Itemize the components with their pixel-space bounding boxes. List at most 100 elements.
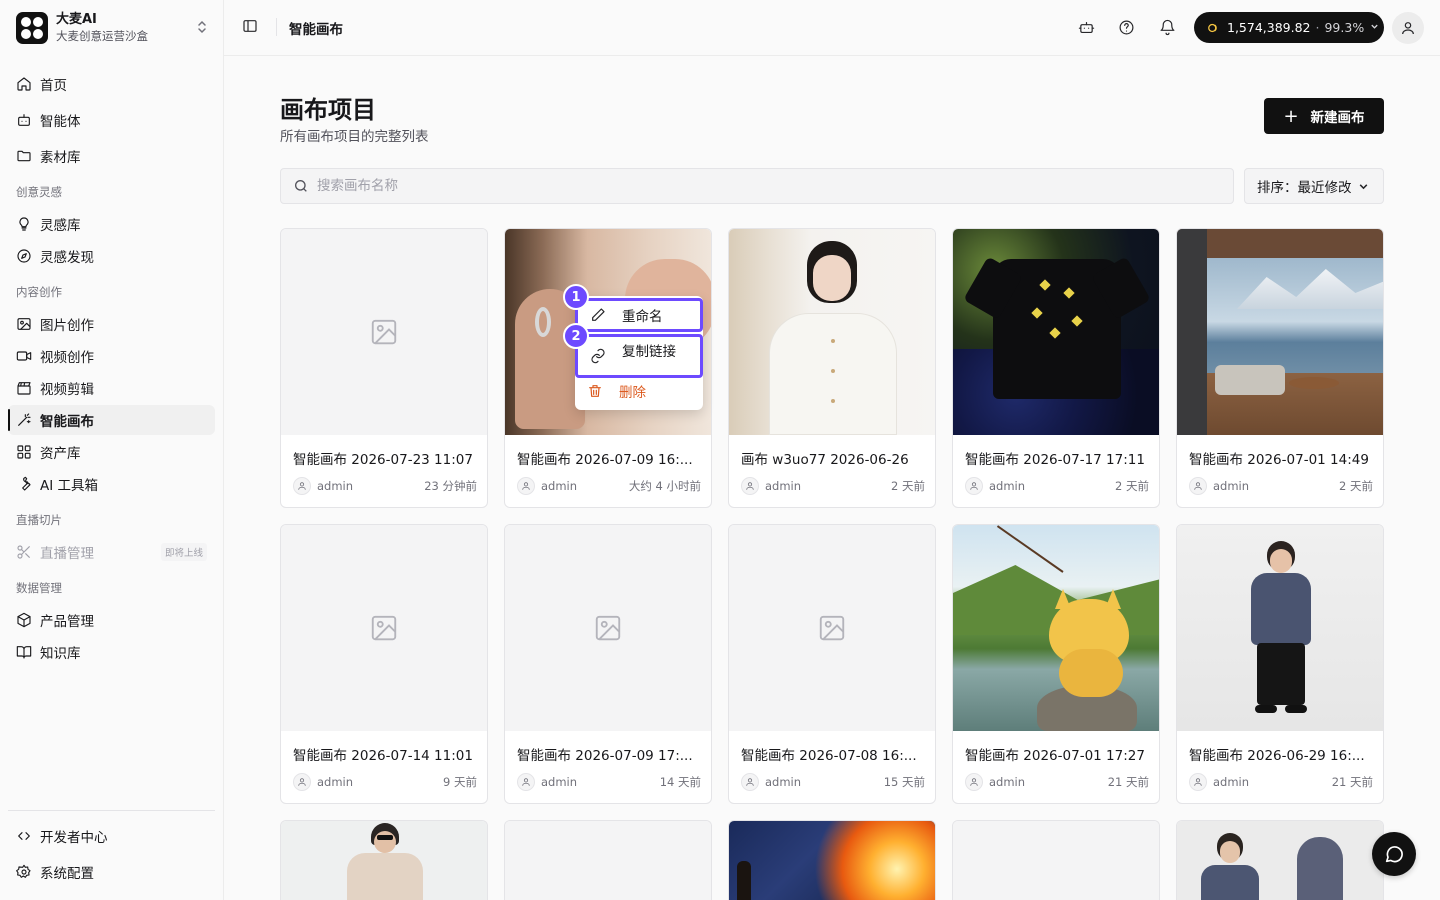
sort-select[interactable]: 排序：最近修改 <box>1244 168 1384 204</box>
bell-icon <box>1160 19 1174 35</box>
code-icon <box>16 828 32 844</box>
chevron-up-down-icon <box>196 20 208 37</box>
sidebar-item-agents[interactable]: 智能体 <box>8 105 215 135</box>
credits-separator: · <box>1315 20 1320 35</box>
user-icon <box>741 477 759 495</box>
step-marker-2: 2 <box>563 323 589 349</box>
canvas-card[interactable] <box>728 820 936 900</box>
scissors-icon <box>16 544 32 560</box>
sidebar-item-video-editing[interactable]: 视频剪辑 <box>8 373 215 403</box>
folder-icon <box>16 148 32 164</box>
home-icon <box>16 76 32 92</box>
image-placeholder-icon <box>819 615 845 641</box>
card-time: 2 天前 <box>1115 479 1149 493</box>
card-time: 23 分钟前 <box>424 479 477 493</box>
sidebar-item-ai-toolbox[interactable]: AI 工具箱 <box>8 469 215 499</box>
notifications-button[interactable] <box>1157 17 1177 37</box>
search-input[interactable] <box>317 178 1197 194</box>
card-title: 智能画布 2026-06-29 16:... <box>1189 748 1365 764</box>
settings-icon <box>16 864 32 880</box>
thumbnail-placeholder <box>281 525 487 731</box>
card-title: 智能画布 2026-07-14 11:01 <box>293 748 473 764</box>
menu-item-delete[interactable]: 删除 <box>575 374 703 408</box>
chevron-down-icon <box>1370 22 1379 34</box>
assistant-button[interactable] <box>1076 17 1096 37</box>
user-icon <box>517 773 535 791</box>
sidebar-item-video-creation[interactable]: 视频创作 <box>8 341 215 371</box>
canvas-card[interactable]: 智能画布 2026-07-08 16:... admin 15 天前 <box>728 524 936 804</box>
workspace-switcher[interactable]: 大麦AI 大麦创意运营沙盒 <box>8 6 216 50</box>
canvas-card[interactable]: 智能画布 2026-07-14 11:01 admin 9 天前 <box>280 524 488 804</box>
card-author: admin <box>317 479 354 493</box>
new-canvas-label: 新建画布 <box>1310 110 1365 126</box>
clapperboard-icon <box>16 380 32 396</box>
thumbnail-placeholder <box>505 821 711 900</box>
image-placeholder-icon <box>371 319 397 345</box>
sidebar-item-image-creation[interactable]: 图片创作 <box>8 309 215 339</box>
video-icon <box>16 348 32 364</box>
lightbulb-icon <box>16 216 32 232</box>
sidebar-item-knowledge-base[interactable]: 知识库 <box>8 637 215 667</box>
user-icon <box>1402 22 1414 35</box>
section-label-content: 内容创作 <box>16 285 62 299</box>
sidebar-toggle-button[interactable] <box>240 16 260 36</box>
card-time: 2 天前 <box>1339 479 1373 493</box>
sort-label: 排序：最近修改 <box>1257 180 1352 196</box>
card-title: 智能画布 2026-07-23 11:07 <box>293 452 473 468</box>
sidebar-item-assets[interactable]: 资产库 <box>8 437 215 467</box>
help-button[interactable] <box>1116 17 1136 37</box>
canvas-card[interactable]: 画布 w3uo77 2026-06-26 admin 2 天前 <box>728 228 936 508</box>
sidebar-item-label: 灵感库 <box>40 218 81 234</box>
page-title: 画布项目 <box>280 96 376 124</box>
sidebar-item-home[interactable]: 首页 <box>8 69 215 99</box>
wrench-icon <box>16 476 32 492</box>
menu-item-rename[interactable]: 重命名 <box>575 298 703 332</box>
image-icon <box>16 316 32 332</box>
card-meta: admin 2 天前 <box>965 477 1149 495</box>
credits-balance-button[interactable]: 1,574,389.82 · 99.3% <box>1194 12 1384 43</box>
section-label-inspiration: 创意灵感 <box>16 185 62 199</box>
card-meta: admin 9 天前 <box>293 773 477 791</box>
sidebar-item-products[interactable]: 产品管理 <box>8 605 215 635</box>
canvas-card[interactable]: 智能画布 2026-07-01 14:49 admin 2 天前 <box>1176 228 1384 508</box>
sidebar-item-inspiration-discover[interactable]: 灵感发现 <box>8 241 215 271</box>
sidebar-item-materials[interactable]: 素材库 <box>8 141 215 171</box>
new-canvas-button[interactable]: + 新建画布 <box>1264 98 1384 134</box>
card-meta: admin 2 天前 <box>741 477 925 495</box>
canvas-card[interactable]: 智能画布 2026-07-01 17:27 admin 21 天前 <box>952 524 1160 804</box>
canvas-card[interactable] <box>280 820 488 900</box>
card-context-menu: 重命名 复制链接 删除 <box>575 296 703 410</box>
card-time: 15 天前 <box>883 775 925 789</box>
card-author: admin <box>541 775 578 789</box>
canvas-card[interactable] <box>504 820 712 900</box>
canvas-card[interactable]: 智能画布 2026-07-17 17:11 admin 2 天前 <box>952 228 1160 508</box>
sidebar-item-system-settings[interactable]: 系统配置 <box>8 857 215 887</box>
sidebar-item-label: 素材库 <box>40 150 81 166</box>
link-icon <box>591 348 605 364</box>
thumbnail-woman-cardigan <box>729 229 935 435</box>
chat-support-button[interactable] <box>1372 832 1416 876</box>
canvas-card[interactable]: 智能画布 2026-07-09 17:... admin 14 天前 <box>504 524 712 804</box>
chevron-down-icon <box>1359 183 1367 189</box>
card-time: 21 天前 <box>1107 775 1149 789</box>
sidebar-item-smart-canvas[interactable]: 智能画布 <box>8 405 215 435</box>
sidebar-item-live-management: 直播管理 即将上线 <box>8 537 215 567</box>
canvas-card[interactable] <box>1176 820 1384 900</box>
user-avatar-button[interactable] <box>1392 12 1424 44</box>
sidebar-item-inspiration-library[interactable]: 灵感库 <box>8 209 215 239</box>
sidebar-item-label: 资产库 <box>40 446 81 462</box>
thumbnail-fishing-cat <box>953 525 1159 731</box>
user-icon <box>1189 773 1207 791</box>
user-icon <box>517 477 535 495</box>
compass-icon <box>16 248 32 264</box>
sidebar-item-label: 开发者中心 <box>40 830 108 846</box>
plus-icon: + <box>1283 105 1299 127</box>
thumbnail-fire-scene <box>729 821 935 900</box>
pencil-icon <box>592 308 605 321</box>
canvas-card[interactable]: 智能画布 2026-06-29 16:... admin 21 天前 <box>1176 524 1384 804</box>
menu-item-copy-link[interactable]: 复制链接 <box>575 334 703 378</box>
canvas-card[interactable]: 智能画布 2026-07-23 11:07 admin 23 分钟前 <box>280 228 488 508</box>
sidebar-item-developer-center[interactable]: 开发者中心 <box>8 821 215 851</box>
canvas-card[interactable] <box>952 820 1160 900</box>
trash-icon <box>589 385 601 397</box>
